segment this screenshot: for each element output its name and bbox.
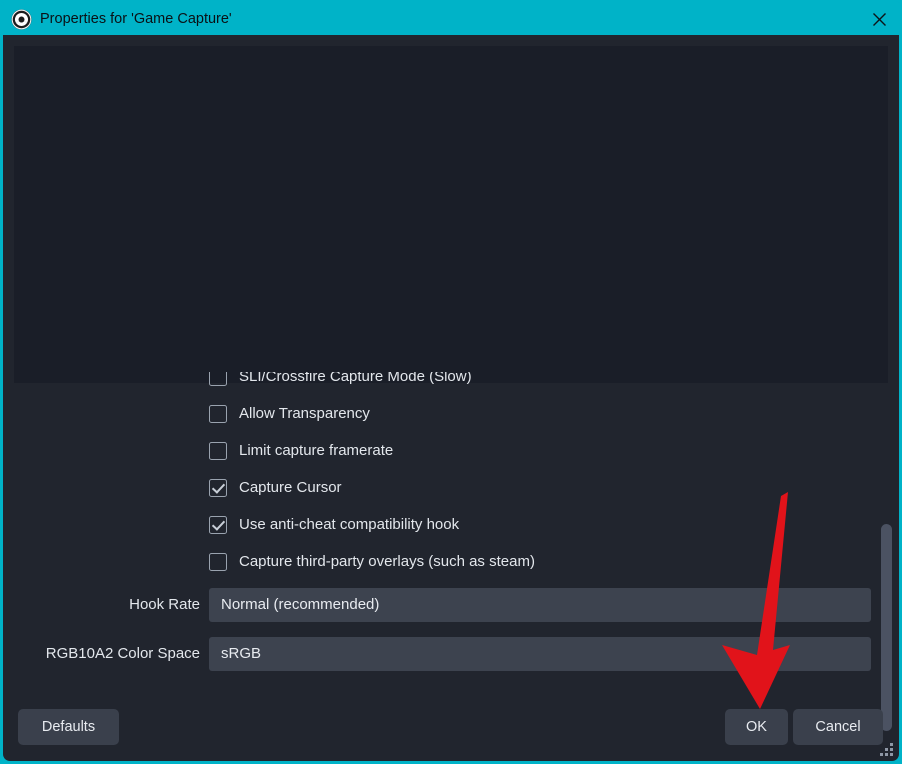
properties-list: SLI/Crossfire Capture Mode (Slow) Allow … bbox=[3, 372, 899, 678]
obs-logo-icon bbox=[11, 9, 32, 30]
checkbox-row[interactable]: Allow Transparency bbox=[3, 395, 899, 432]
defaults-button[interactable]: Defaults bbox=[18, 709, 119, 745]
checkbox-row[interactable]: Capture Cursor bbox=[3, 469, 899, 506]
checkbox-allow-transparency[interactable] bbox=[209, 404, 227, 423]
checkbox-capture-third-party-overlays[interactable] bbox=[209, 552, 227, 571]
checkbox-sli-crossfire-capture-mode[interactable] bbox=[209, 372, 227, 386]
properties-scrollbar-thumb[interactable] bbox=[881, 524, 892, 731]
combo-hook-rate[interactable]: Normal (recommended) bbox=[209, 587, 871, 622]
window-title: Properties for 'Game Capture' bbox=[40, 11, 232, 27]
checkbox-label[interactable]: SLI/Crossfire Capture Mode (Slow) bbox=[239, 372, 472, 385]
combo-row: RGB10A2 Color Space sRGB bbox=[3, 629, 899, 678]
checkbox-row[interactable]: Limit capture framerate bbox=[3, 432, 899, 469]
resize-grip-icon[interactable] bbox=[880, 743, 893, 756]
checkbox-label[interactable]: Use anti-cheat compatibility hook bbox=[239, 516, 459, 533]
close-icon[interactable] bbox=[856, 0, 902, 38]
ok-button[interactable]: OK bbox=[725, 709, 788, 745]
checkbox-use-anti-cheat-compatibility-hook[interactable] bbox=[209, 515, 227, 534]
checkbox-label[interactable]: Capture Cursor bbox=[239, 479, 342, 496]
properties-dialog-window: Properties for 'Game Capture' SLI/Crossf… bbox=[0, 0, 902, 764]
title-bar: Properties for 'Game Capture' bbox=[0, 0, 902, 38]
checkbox-row[interactable]: Capture third-party overlays (such as st… bbox=[3, 543, 899, 580]
cancel-button[interactable]: Cancel bbox=[793, 709, 883, 745]
dialog-footer: Defaults OK Cancel bbox=[3, 701, 899, 761]
checkbox-label[interactable]: Allow Transparency bbox=[239, 405, 370, 422]
combo-row: Hook Rate Normal (recommended) bbox=[3, 580, 899, 629]
label-rgb10a2-color-space: RGB10A2 Color Space bbox=[45, 645, 200, 662]
properties-scroll-area[interactable]: SLI/Crossfire Capture Mode (Slow) Allow … bbox=[3, 372, 899, 706]
checkbox-row[interactable]: SLI/Crossfire Capture Mode (Slow) bbox=[3, 372, 899, 395]
label-hook-rate: Hook Rate bbox=[129, 596, 200, 613]
checkbox-label[interactable]: Capture third-party overlays (such as st… bbox=[239, 553, 535, 570]
combo-rgb10a2-color-space[interactable]: sRGB bbox=[209, 636, 871, 671]
checkbox-label[interactable]: Limit capture framerate bbox=[239, 442, 393, 459]
combo-value: Normal (recommended) bbox=[221, 596, 380, 613]
source-preview bbox=[14, 46, 888, 383]
checkbox-row[interactable]: Use anti-cheat compatibility hook bbox=[3, 506, 899, 543]
screenshot-root: Properties for 'Game Capture' SLI/Crossf… bbox=[0, 0, 902, 764]
checkbox-limit-capture-framerate[interactable] bbox=[209, 441, 227, 460]
combo-value: sRGB bbox=[221, 645, 262, 662]
checkbox-capture-cursor[interactable] bbox=[209, 478, 227, 497]
dialog-body: SLI/Crossfire Capture Mode (Slow) Allow … bbox=[3, 35, 899, 761]
